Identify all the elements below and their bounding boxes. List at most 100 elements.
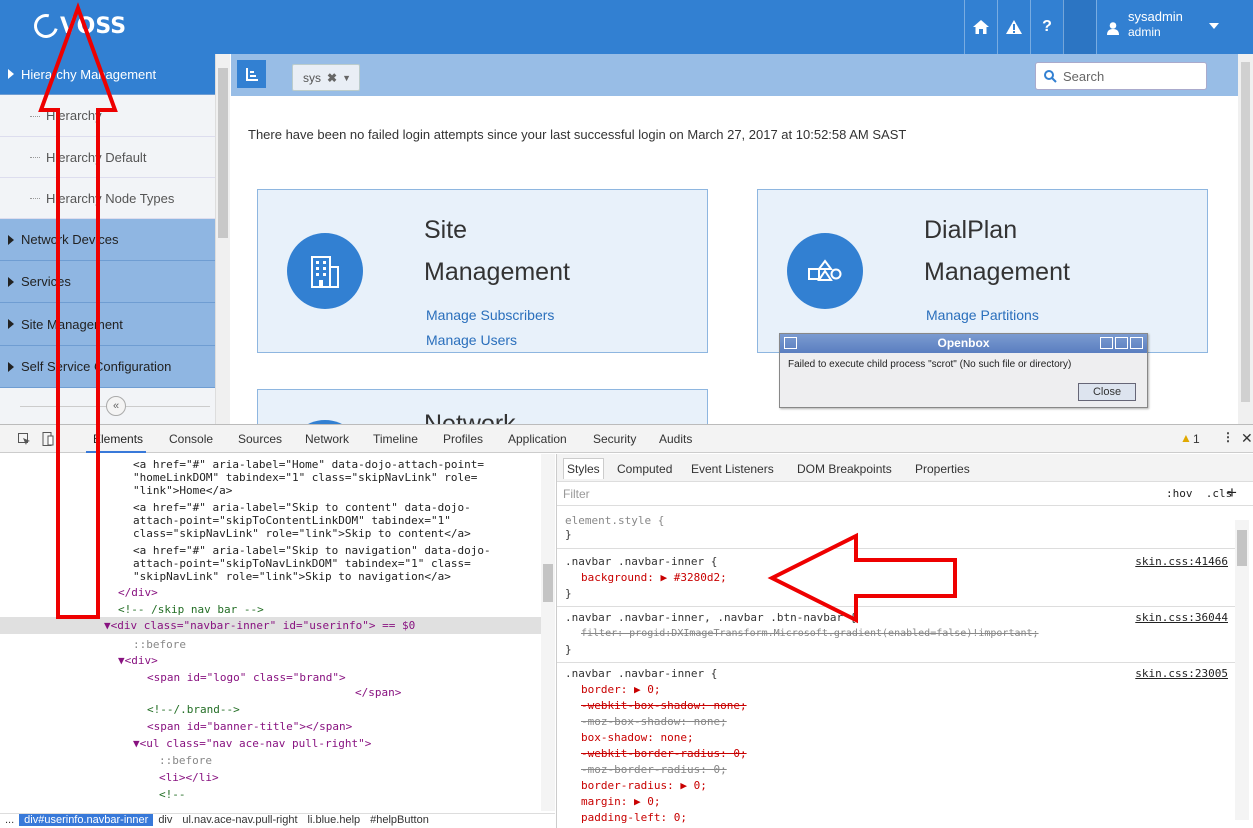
sidebar-item-self-service-configuration[interactable]: Self Service Configuration [0, 346, 215, 388]
style-property[interactable]: -webkit-box-shadow: none; [581, 699, 747, 712]
collapse-sidebar-button[interactable]: « [106, 396, 126, 416]
breadcrumb-item[interactable]: ... [0, 814, 19, 826]
warning-icon[interactable]: ▲ [1180, 431, 1192, 445]
style-property[interactable]: -moz-box-shadow: none; [581, 715, 727, 728]
sidebar-item-site-management[interactable]: Site Management [0, 303, 215, 346]
warning-button[interactable] [997, 0, 1030, 54]
style-property[interactable]: padding-left: 0; [581, 811, 687, 824]
style-property[interactable]: box-shadow: none; [581, 731, 694, 744]
hierarchy-selector[interactable]: sys ✖ ▼ [292, 64, 360, 91]
manage-partitions-link[interactable]: Manage Partitions [926, 307, 1039, 323]
dom-line[interactable]: attach-point="skipToContentLinkDOM" tabi… [133, 514, 451, 527]
search-input[interactable]: Search [1035, 62, 1207, 90]
tab-properties[interactable]: Properties [915, 462, 970, 476]
dom-line[interactable]: </span> [355, 686, 401, 699]
hov-cls-toggle[interactable]: :hov .cls [1166, 487, 1232, 500]
dom-line[interactable]: <span id="banner-title"></span> [147, 720, 352, 733]
window-menu-icon[interactable] [784, 337, 797, 349]
user-menu[interactable]: sysadmin admin [1096, 0, 1230, 54]
tab-styles[interactable]: Styles [563, 458, 604, 479]
tab-event-listeners[interactable]: Event Listeners [691, 462, 774, 476]
style-property[interactable]: border: ▶ 0; [581, 683, 660, 696]
inspect-element-icon[interactable] [18, 433, 31, 446]
rule-selector[interactable]: .navbar .navbar-inner, .navbar .btn-navb… [565, 611, 856, 624]
close-devtools-icon[interactable]: ✕ [1241, 430, 1253, 447]
voss-logo[interactable]: VOSS [29, 9, 126, 43]
dom-line[interactable]: ::before [133, 638, 186, 651]
home-button[interactable] [964, 0, 997, 54]
sidebar-subitem-hierarchy-node-types[interactable]: Hierarchy Node Types [0, 178, 215, 219]
dom-line[interactable]: <a href="#" aria-label="Skip to navigati… [133, 544, 491, 557]
breadcrumb-item-selected[interactable]: div#userinfo.navbar-inner [19, 814, 154, 826]
tab-elements[interactable]: Elements [93, 432, 143, 446]
tab-profiles[interactable]: Profiles [443, 432, 483, 446]
rule-selector[interactable]: element.style { [565, 514, 664, 527]
style-property[interactable]: -moz-border-radius: 0; [581, 763, 727, 776]
clear-icon[interactable]: ✖ [327, 71, 337, 85]
add-rule-icon[interactable]: + [1227, 483, 1237, 503]
dom-line[interactable]: <li></li> [159, 771, 219, 784]
close-icon[interactable] [1130, 337, 1143, 349]
tab-application[interactable]: Application [508, 432, 567, 446]
dom-line[interactable]: "skipNavLink" role="link">Skip to naviga… [133, 570, 451, 583]
scrollbar-thumb[interactable] [543, 564, 553, 602]
sidebar-subitem-hierarchy[interactable]: Hierarchy [0, 95, 215, 137]
breadcrumb-item[interactable]: li.blue.help [303, 814, 366, 826]
scrollbar-thumb[interactable] [1237, 530, 1247, 566]
sidebar-item-network-devices[interactable]: Network Devices [0, 219, 215, 261]
style-property[interactable]: filter: progid:DXImageTransform.Microsof… [581, 627, 1039, 640]
dom-line[interactable]: ::before [159, 754, 212, 767]
dom-line[interactable]: </div> [118, 586, 158, 599]
tab-timeline[interactable]: Timeline [373, 432, 418, 446]
manage-subscribers-link[interactable]: Manage Subscribers [426, 307, 554, 323]
maximize-icon[interactable] [1115, 337, 1128, 349]
tab-security[interactable]: Security [593, 432, 636, 446]
style-property[interactable]: border-radius: ▶ 0; [581, 779, 707, 792]
tree-view-button[interactable] [237, 60, 266, 88]
device-mode-icon[interactable] [42, 432, 54, 446]
dom-line[interactable]: "link">Home</a> [133, 484, 232, 497]
rule-selector[interactable]: .navbar .navbar-inner { [565, 667, 717, 680]
dom-line[interactable]: <!-- /skip nav bar --> [118, 603, 264, 616]
elements-scrollbar[interactable] [541, 454, 555, 811]
dom-line[interactable]: "homeLinkDOM" tabindex="1" class="skipNa… [133, 471, 477, 484]
scrollbar-thumb[interactable] [1241, 62, 1250, 402]
more-options-icon[interactable]: ⋮ [1222, 430, 1234, 444]
rule-selector[interactable]: .navbar .navbar-inner { [565, 555, 717, 568]
dom-line[interactable]: ▼<ul class="nav ace-nav pull-right"> [133, 737, 371, 750]
dom-line-selected[interactable]: ▼<div class="navbar-inner" id="userinfo"… [104, 619, 415, 632]
tab-sources[interactable]: Sources [238, 432, 282, 446]
style-property[interactable]: margin: ▶ 0; [581, 795, 660, 808]
tab-dom-breakpoints[interactable]: DOM Breakpoints [797, 462, 892, 476]
dom-line[interactable]: ▼<div> [118, 654, 158, 667]
styles-filter-input[interactable]: Filter :hov .cls + [557, 482, 1253, 506]
dom-line[interactable]: <a href="#" aria-label="Skip to content"… [133, 501, 471, 514]
breadcrumb-item[interactable]: ul.nav.ace-nav.pull-right [177, 814, 302, 826]
main-scrollbar[interactable] [1238, 54, 1253, 424]
source-link[interactable]: skin.css:23005 [1135, 667, 1228, 680]
tab-network[interactable]: Network [305, 432, 349, 446]
style-property[interactable]: background: ▶ #3280d2; [581, 571, 727, 584]
source-link[interactable]: skin.css:36044 [1135, 611, 1228, 624]
sidebar-item-hierarchy-management[interactable]: Hierarchy Management [0, 54, 215, 95]
dialplan-management-tile[interactable]: DialPlan Management Manage Partitions [757, 189, 1208, 353]
help-button[interactable]: ? [1030, 0, 1063, 54]
scrollbar-thumb[interactable] [218, 68, 228, 238]
tab-computed[interactable]: Computed [617, 462, 672, 476]
styles-scrollbar[interactable] [1235, 520, 1249, 820]
dialog-titlebar[interactable]: Openbox [780, 334, 1147, 353]
tab-audits[interactable]: Audits [659, 432, 692, 446]
dom-line[interactable]: attach-point="skipToNavLinkDOM" tabindex… [133, 557, 471, 570]
dom-line[interactable]: <!-- [159, 788, 186, 801]
dom-line[interactable]: class="skipNavLink" role="link">Skip to … [133, 527, 471, 540]
source-link[interactable]: skin.css:41466 [1135, 555, 1228, 568]
style-property[interactable]: -webkit-border-radius: 0; [581, 747, 747, 760]
sidebar-scrollbar[interactable] [215, 54, 230, 424]
manage-users-link[interactable]: Manage Users [426, 332, 517, 348]
minimize-icon[interactable] [1100, 337, 1113, 349]
site-management-tile[interactable]: Site Management Manage Subscribers Manag… [257, 189, 708, 353]
close-button[interactable]: Close [1078, 383, 1136, 401]
dom-line[interactable]: <!--/.brand--> [147, 703, 240, 716]
breadcrumb-item[interactable]: div [153, 814, 177, 826]
chevron-down-icon[interactable]: ▼ [342, 73, 351, 83]
